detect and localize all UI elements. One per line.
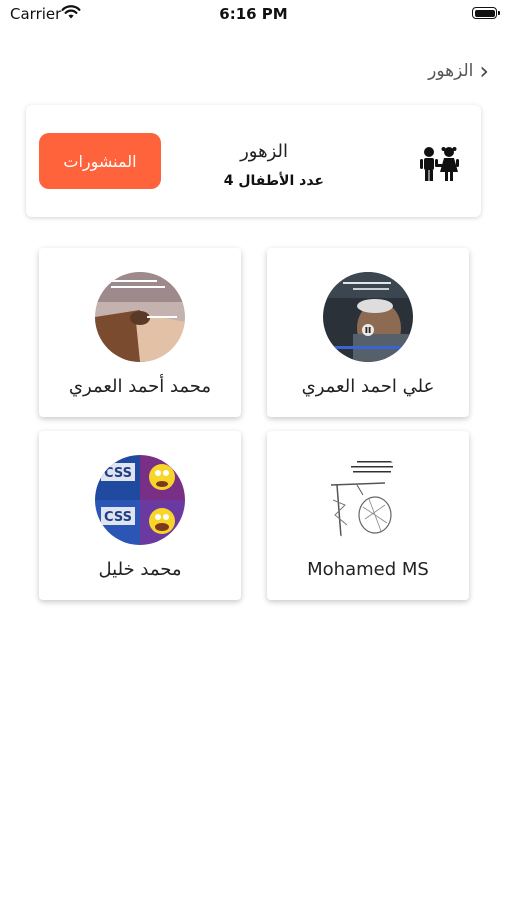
- chevron-left-icon: ‹: [479, 57, 489, 85]
- css-cartoon-avatar: CSS CSS: [95, 455, 185, 545]
- child-card-4[interactable]: CSS CSS محمد خليل: [39, 431, 241, 600]
- class-name: الزهور: [240, 141, 288, 162]
- nav-back-button[interactable]: ‹ الزهور: [428, 57, 489, 85]
- child-name: Mohamed MS: [307, 559, 429, 580]
- meme-avatar: [95, 272, 185, 362]
- clock: 6:16 PM: [219, 5, 288, 23]
- child-card-3[interactable]: Mohamed MS: [267, 431, 469, 600]
- child-name: محمد خليل: [98, 559, 182, 580]
- children-icon: [420, 147, 459, 181]
- posts-button[interactable]: المنشورات: [39, 133, 161, 189]
- child-name: علي احمد العمري: [301, 376, 435, 397]
- class-card: الزهور عدد الأطفال 4 المنشورات: [26, 105, 481, 217]
- child-card-2[interactable]: محمد أحمد العمري: [39, 248, 241, 417]
- svg-text:CSS: CSS: [104, 466, 132, 481]
- nav-title: الزهور: [428, 61, 474, 81]
- svg-text:CSS: CSS: [104, 510, 132, 525]
- status-bar: Carrier 6:16 PM: [0, 0, 507, 30]
- child-card-1[interactable]: علي احمد العمري: [267, 248, 469, 417]
- video-frame-avatar: [323, 272, 413, 362]
- kids-count: عدد الأطفال 4: [223, 173, 324, 189]
- battery-icon: [472, 7, 500, 19]
- child-name: محمد أحمد العمري: [68, 376, 212, 397]
- sketch-avatar: [323, 455, 413, 545]
